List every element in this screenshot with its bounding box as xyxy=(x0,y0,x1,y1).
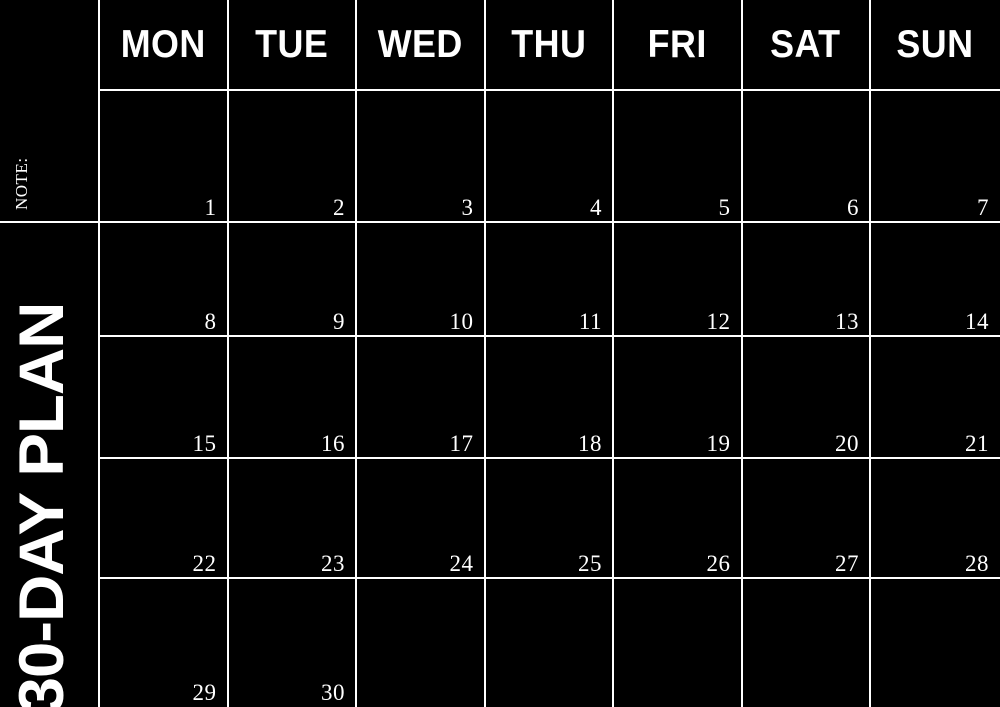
weekday-header-thu: THU xyxy=(485,0,614,90)
date-cell-24[interactable]: 24 xyxy=(356,458,485,578)
date-number: 11 xyxy=(578,309,602,334)
date-number: 10 xyxy=(449,309,474,334)
date-cell-21[interactable]: 21 xyxy=(870,336,1000,458)
weekday-header-label: MON xyxy=(120,23,206,66)
date-number: 30 xyxy=(321,680,345,705)
date-cell-6[interactable]: 6 xyxy=(742,90,871,222)
date-number: 27 xyxy=(835,551,859,576)
date-cell-12[interactable]: 12 xyxy=(613,222,742,336)
date-cell-9[interactable]: 9 xyxy=(228,222,357,336)
grid-line-vertical xyxy=(740,0,743,707)
date-cell-14[interactable]: 14 xyxy=(870,222,1000,336)
grid-line-horizontal xyxy=(98,89,1000,91)
weekday-header-label: TUE xyxy=(255,23,329,66)
plan-title: 30-DAY PLAN xyxy=(7,302,77,707)
grid-line-vertical xyxy=(226,0,229,707)
date-cell-empty[interactable] xyxy=(356,578,485,707)
calendar-page: NOTE: 30-DAY PLAN MON TUE WED THU FRI SAT SUN … xyxy=(0,0,1000,707)
grid-line-horizontal xyxy=(0,221,1000,223)
sidebar: NOTE: 30-DAY PLAN xyxy=(0,0,99,707)
date-number: 24 xyxy=(449,551,474,576)
date-number: 20 xyxy=(835,431,859,456)
weekday-header-label: SAT xyxy=(770,23,841,66)
grid-line-vertical xyxy=(483,0,486,707)
weekday-header-row: MON TUE WED THU FRI SAT SUN xyxy=(99,0,1000,90)
date-number: 5 xyxy=(718,195,731,220)
date-cell-empty[interactable] xyxy=(613,578,742,707)
date-cell-17[interactable]: 17 xyxy=(356,336,485,458)
date-number: 9 xyxy=(333,309,345,334)
date-cell-23[interactable]: 23 xyxy=(228,458,357,578)
date-number: 26 xyxy=(706,551,731,576)
date-cell-15[interactable]: 15 xyxy=(99,336,228,458)
plan-title-section: 30-DAY PLAN xyxy=(0,224,99,707)
date-number: 15 xyxy=(192,431,217,456)
date-number: 3 xyxy=(461,195,474,220)
date-cell-11[interactable]: 11 xyxy=(485,222,614,336)
grid-line-horizontal xyxy=(98,335,1000,337)
date-cell-2[interactable]: 2 xyxy=(228,90,357,222)
date-cell-19[interactable]: 19 xyxy=(613,336,742,458)
weekday-header-sun: SUN xyxy=(870,0,1000,90)
date-cell-4[interactable]: 4 xyxy=(485,90,614,222)
weekday-header-fri: FRI xyxy=(613,0,742,90)
date-cell-27[interactable]: 27 xyxy=(742,458,871,578)
date-cell-16[interactable]: 16 xyxy=(228,336,357,458)
date-number: 23 xyxy=(321,551,345,576)
date-number: 25 xyxy=(578,551,602,576)
weekday-header-label: FRI xyxy=(647,23,707,66)
grid-line-horizontal xyxy=(98,457,1000,459)
weekday-header-sat: SAT xyxy=(742,0,871,90)
date-cell-empty[interactable] xyxy=(485,578,614,707)
date-cell-10[interactable]: 10 xyxy=(356,222,485,336)
date-number: 6 xyxy=(847,195,859,220)
date-number: 18 xyxy=(578,431,602,456)
date-number: 1 xyxy=(204,195,217,220)
grid-line-vertical xyxy=(869,0,871,707)
weekday-header-wed: WED xyxy=(356,0,485,90)
date-number: 14 xyxy=(965,309,989,334)
date-cell-7[interactable]: 7 xyxy=(870,90,1000,222)
date-number: 21 xyxy=(965,431,989,456)
date-number: 12 xyxy=(706,309,731,334)
date-cell-28[interactable]: 28 xyxy=(870,458,1000,578)
date-number: 4 xyxy=(590,195,602,220)
grid-line-horizontal xyxy=(98,577,1000,579)
date-cell-13[interactable]: 13 xyxy=(742,222,871,336)
date-number: 2 xyxy=(333,195,345,220)
date-cell-8[interactable]: 8 xyxy=(99,222,228,336)
date-cell-5[interactable]: 5 xyxy=(613,90,742,222)
date-cell-29[interactable]: 29 xyxy=(99,578,228,707)
date-cell-empty[interactable] xyxy=(870,578,1000,707)
date-cell-3[interactable]: 3 xyxy=(356,90,485,222)
date-cell-empty[interactable] xyxy=(742,578,871,707)
date-number: 13 xyxy=(835,309,859,334)
date-number: 28 xyxy=(965,551,989,576)
weekday-header-label: WED xyxy=(377,23,463,66)
date-cell-26[interactable]: 26 xyxy=(613,458,742,578)
weekday-header-tue: TUE xyxy=(228,0,357,90)
date-cell-30[interactable]: 30 xyxy=(228,578,357,707)
weekday-header-mon: MON xyxy=(99,0,228,90)
note-section[interactable]: NOTE: xyxy=(0,0,99,222)
date-number: 17 xyxy=(449,431,474,456)
date-number: 16 xyxy=(321,431,345,456)
date-cell-18[interactable]: 18 xyxy=(485,336,614,458)
note-label: NOTE: xyxy=(12,157,31,210)
weekday-header-label: THU xyxy=(511,23,587,66)
date-cell-25[interactable]: 25 xyxy=(485,458,614,578)
date-number: 19 xyxy=(706,431,731,456)
date-cell-20[interactable]: 20 xyxy=(742,336,871,458)
grid-line-vertical xyxy=(612,0,614,707)
date-number: 8 xyxy=(204,309,217,334)
date-cell-22[interactable]: 22 xyxy=(99,458,228,578)
date-cell-1[interactable]: 1 xyxy=(99,90,228,222)
weekday-header-label: SUN xyxy=(896,23,974,66)
date-number: 7 xyxy=(977,195,989,220)
date-number: 22 xyxy=(192,551,217,576)
grid-line-vertical xyxy=(98,0,100,707)
date-number: 29 xyxy=(192,680,217,705)
grid-line-vertical xyxy=(355,0,357,707)
